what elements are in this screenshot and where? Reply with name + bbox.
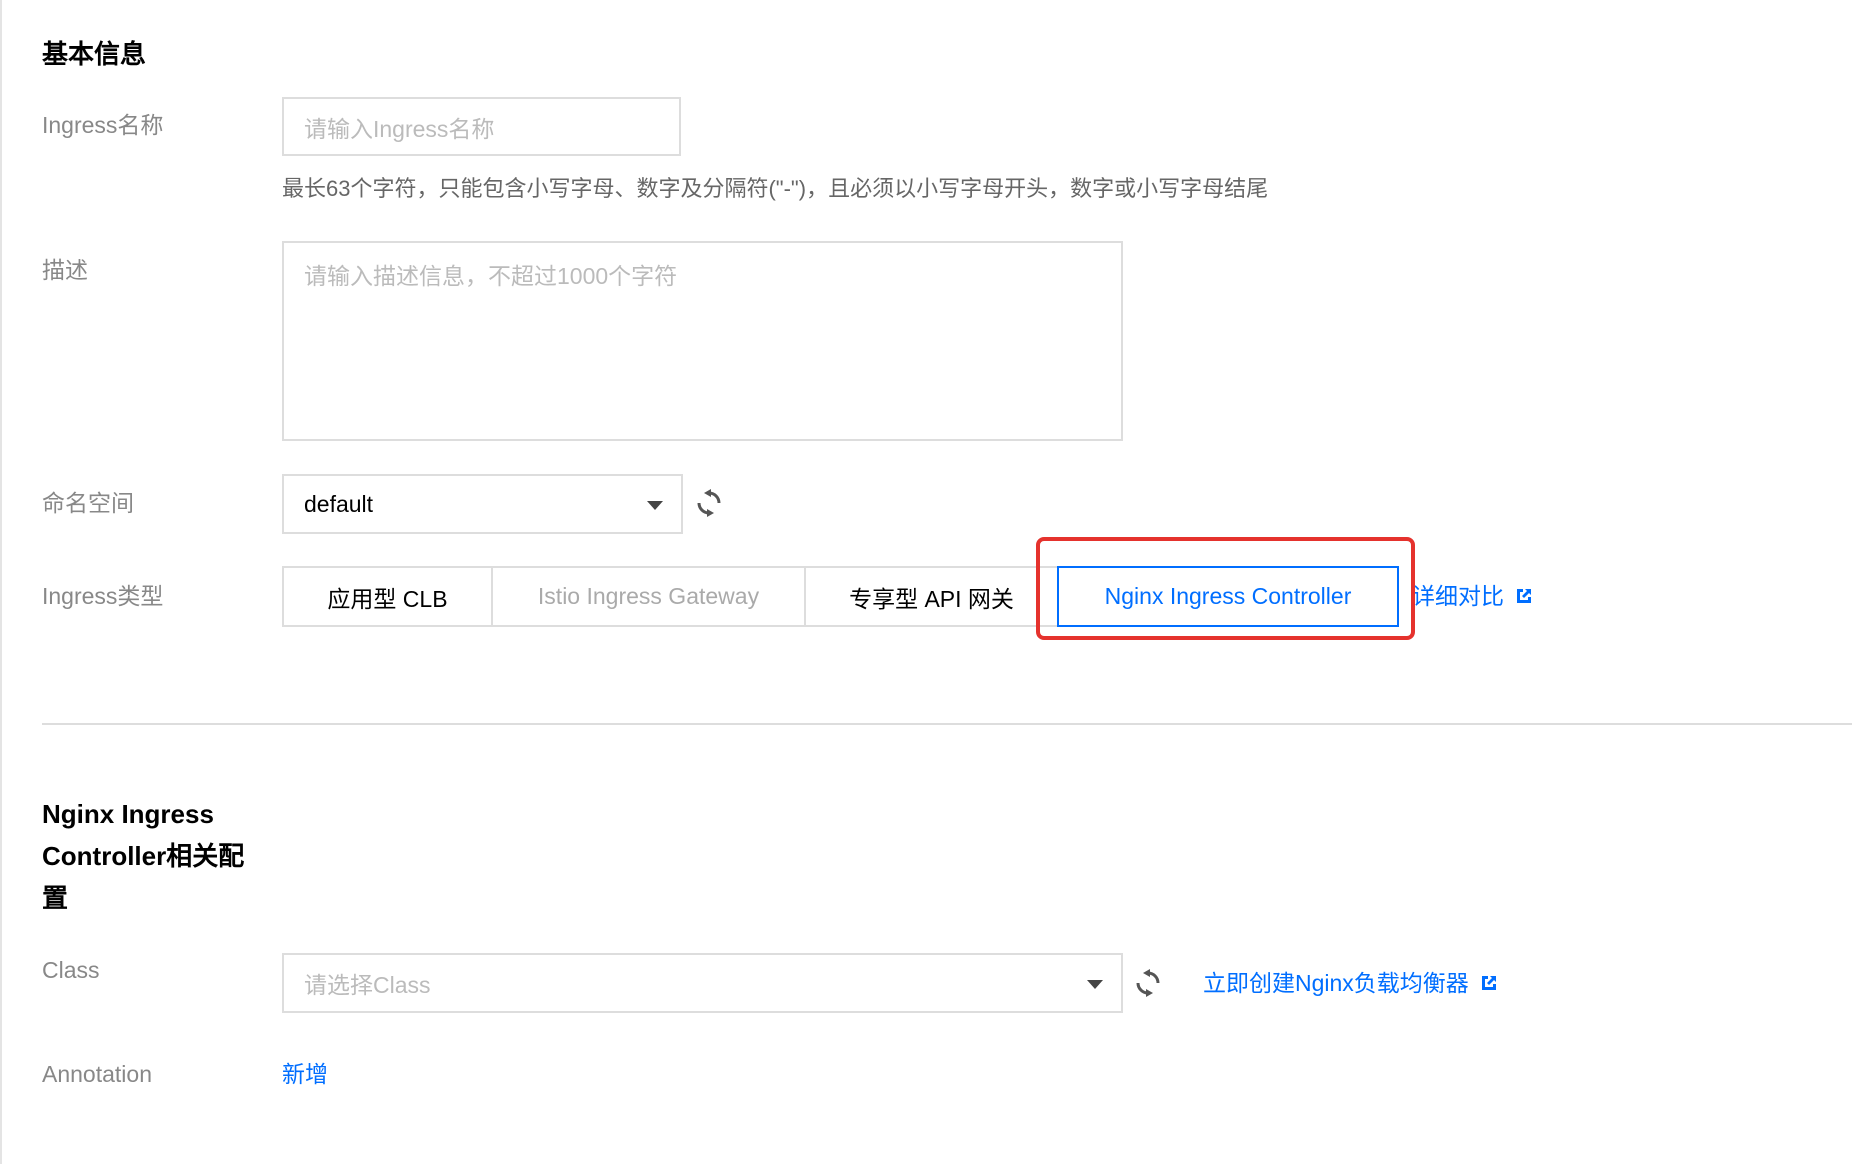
- ingress-name-placeholder: 请输入Ingress名称: [304, 115, 495, 142]
- type-option-istio-label: Istio Ingress Gateway: [537, 583, 760, 609]
- section-divider: [42, 723, 1852, 725]
- section-title-nginx-line1: Nginx Ingress: [42, 799, 214, 829]
- section-title-basic: 基本信息: [42, 39, 147, 69]
- class-label: Class: [42, 957, 100, 983]
- compare-link[interactable]: 详细对比: [1412, 581, 1534, 611]
- page-left-border: [0, 0, 2, 1164]
- class-select[interactable]: 请选择Class: [282, 953, 1123, 1013]
- refresh-icon[interactable]: [1133, 968, 1163, 998]
- class-placeholder: 请选择Class: [304, 972, 431, 998]
- highlight-annotation-box: [1036, 537, 1415, 640]
- description-textarea[interactable]: 请输入描述信息，不超过1000个字符: [282, 241, 1123, 441]
- description-placeholder: 请输入描述信息，不超过1000个字符: [304, 263, 678, 289]
- ingress-type-label: Ingress类型: [42, 583, 164, 609]
- type-option-clb-label: 应用型 CLB: [327, 585, 448, 612]
- chevron-down-icon: [1087, 980, 1103, 989]
- namespace-select[interactable]: default: [282, 474, 683, 534]
- section-title-nginx-line2: Controller相关配: [42, 841, 245, 871]
- namespace-value: default: [304, 490, 374, 517]
- create-nginx-lb-label: 立即创建Nginx负载均衡器: [1203, 970, 1469, 996]
- ingress-name-label: Ingress名称: [42, 112, 164, 138]
- type-option-api-gateway-label: 专享型 API 网关: [849, 585, 1014, 612]
- ingress-name-hint: 最长63个字符，只能包含小写字母、数字及分隔符("-")，且必须以小写字母开头，…: [282, 176, 1269, 201]
- external-link-icon: [1481, 976, 1496, 990]
- description-label: 描述: [42, 257, 88, 283]
- annotation-add-link[interactable]: 新增: [282, 1059, 328, 1089]
- refresh-icon[interactable]: [694, 488, 724, 518]
- ingress-create-form: 基本信息 Ingress名称 请输入Ingress名称 最长63个字符，只能包含…: [0, 0, 1852, 1164]
- create-nginx-lb-link[interactable]: 立即创建Nginx负载均衡器: [1203, 968, 1499, 998]
- ingress-name-input[interactable]: 请输入Ingress名称: [282, 97, 681, 156]
- type-option-api-gateway[interactable]: 专享型 API 网关: [804, 566, 1059, 627]
- annotation-label: Annotation: [42, 1061, 152, 1087]
- section-title-nginx-line3: 置: [42, 883, 69, 913]
- namespace-label: 命名空间: [42, 490, 134, 516]
- chevron-down-icon: [647, 501, 663, 510]
- compare-link-label: 详细对比: [1412, 583, 1504, 609]
- type-option-istio: Istio Ingress Gateway: [491, 566, 806, 627]
- type-option-clb[interactable]: 应用型 CLB: [282, 566, 493, 627]
- external-link-icon: [1517, 589, 1531, 603]
